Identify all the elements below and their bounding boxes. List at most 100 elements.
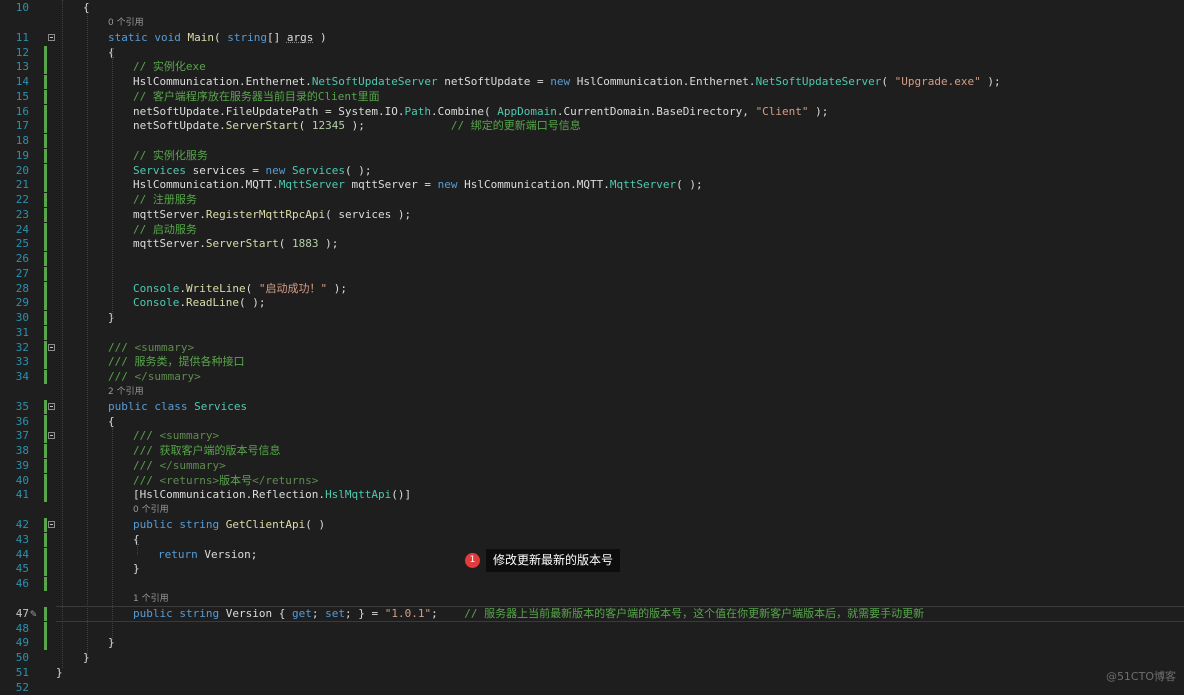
code-line[interactable]: 18 — [0, 134, 1184, 148]
code-text[interactable]: mqttServer.ServerStart( 1883 ); — [133, 237, 338, 251]
code-line[interactable]: 42 public string GetClientApi( ) — [0, 518, 1184, 532]
code-line[interactable]: 37 /// <summary> — [0, 429, 1184, 444]
line-number: 45 — [15, 562, 29, 576]
code-text[interactable]: // 实例化exe — [133, 60, 206, 74]
line-number: 47 — [15, 606, 29, 620]
code-text[interactable]: HslCommunication.Enthernet.NetSoftUpdate… — [133, 75, 1001, 89]
code-line[interactable]: 48 — [0, 621, 1184, 636]
code-line[interactable]: 24 // 启动服务 — [0, 222, 1184, 237]
code-line[interactable]: 26 — [0, 252, 1184, 266]
code-token: { — [108, 414, 115, 428]
code-text[interactable]: // 实例化服务 — [133, 149, 208, 163]
code-text[interactable]: Console.ReadLine( ); — [133, 296, 265, 310]
code-text[interactable]: { — [108, 415, 115, 429]
code-line[interactable]: 38 /// 获取客户端的版本号信息 — [0, 444, 1184, 458]
code-text[interactable]: { — [83, 1, 90, 15]
collapse-icon[interactable] — [48, 343, 55, 351]
code-editor[interactable]: 10{ 0 个引用 11 static void Main( string[] arg… — [0, 0, 1184, 694]
code-text[interactable]: /// <summary> — [133, 429, 219, 443]
code-token: // 客户端程序放在服务器当前目录的Client里面 — [133, 89, 380, 103]
code-line[interactable]: 40 /// <returns>版本号</returns> — [0, 473, 1184, 488]
code-text[interactable]: } — [133, 562, 140, 576]
code-token: .Combine( — [431, 104, 498, 118]
code-token: Version; — [197, 547, 258, 561]
code-text[interactable]: /// <returns>版本号</returns> — [133, 474, 318, 488]
code-token: /// — [133, 473, 160, 487]
code-line[interactable]: 32 /// <summary> — [0, 340, 1184, 355]
code-line[interactable]: 46 — [0, 577, 1184, 591]
code-line[interactable]: 12{ — [0, 45, 1184, 60]
code-line[interactable]: 16 netSoftUpdate.FileUpdatePath = System.… — [0, 104, 1184, 119]
code-token: <summary> — [134, 340, 195, 354]
code-text[interactable]: HslCommunication.MQTT.MqttServer mqttSer… — [133, 178, 703, 192]
code-text[interactable]: // 注册服务 — [133, 193, 197, 207]
codelens-reference-count[interactable]: 0 个引用 — [108, 18, 144, 29]
code-line[interactable]: 17 netSoftUpdate.ServerStart( 12345 ); //… — [0, 119, 1184, 134]
code-text[interactable]: // 客户端程序放在服务器当前目录的Client里面 — [133, 90, 380, 104]
collapse-icon[interactable] — [48, 33, 55, 41]
code-line[interactable]: 36 { — [0, 414, 1184, 429]
code-text[interactable]: public string Version { get; set; } = "1… — [133, 607, 924, 621]
code-line[interactable]: 19 // 实例化服务 — [0, 148, 1184, 163]
code-line[interactable]: 15 // 客户端程序放在服务器当前目录的Client里面 — [0, 89, 1184, 104]
code-line[interactable]: 47 ✎ public string Version { get; set; } =… — [0, 605, 1184, 622]
code-text[interactable]: netSoftUpdate.FileUpdatePath = System.IO… — [133, 105, 828, 119]
code-line[interactable]: 14 HslCommunication.Enthernet.NetSoftUpda… — [0, 75, 1184, 89]
code-text[interactable]: [HslCommunication.Reflection.HslMqttApi(… — [133, 488, 411, 502]
code-line[interactable]: 50} — [0, 651, 1184, 665]
code-line[interactable]: 22 // 注册服务 — [0, 193, 1184, 207]
code-line[interactable]: 49} — [0, 636, 1184, 651]
code-line[interactable]: 43{ — [0, 532, 1184, 547]
code-token: Main — [187, 30, 215, 44]
code-text[interactable]: static void Main( string[] args ) — [108, 31, 327, 45]
code-line[interactable]: 10 { — [0, 1, 1184, 15]
code-text[interactable]: mqttServer.RegisterMqttRpcApi( services … — [133, 208, 411, 222]
collapse-icon[interactable] — [48, 521, 55, 528]
codelens-reference-count[interactable]: 1 个引用 — [133, 594, 169, 605]
codelens-reference-count[interactable]: 2 个引用 — [108, 387, 144, 398]
codelens-reference-count[interactable]: 0 个引用 — [133, 505, 169, 516]
collapse-icon[interactable] — [48, 402, 55, 410]
code-line[interactable]: 35 public class Services — [0, 399, 1184, 414]
code-line[interactable]: 31 — [0, 325, 1184, 340]
code-text[interactable]: Console.WriteLine( "启动成功！" ); — [133, 282, 347, 296]
code-text[interactable]: return Version; — [158, 548, 257, 562]
code-token: Version { — [219, 606, 292, 620]
code-line[interactable]: 34 /// </summary> — [0, 370, 1184, 384]
code-text[interactable]: Services services = new Services( ); — [133, 164, 371, 178]
code-line[interactable]: 39 /// </summary> — [0, 458, 1184, 473]
code-line[interactable]: 20 Services services = new Services( ); — [0, 163, 1184, 178]
quick-action-icon[interactable]: ✎ — [30, 607, 37, 621]
code-token: ReadLine — [185, 296, 239, 310]
code-text[interactable]: /// 获取客户端的版本号信息 — [133, 444, 281, 458]
code-line[interactable]: 27 — [0, 266, 1184, 281]
line-number: 21 — [15, 178, 29, 192]
code-line[interactable]: 29 Console.ReadLine( ); — [0, 296, 1184, 311]
collapse-icon[interactable] — [48, 432, 55, 440]
code-line[interactable]: 28 Console.WriteLine( "启动成功！" ); — [0, 281, 1184, 296]
code-token: Services — [133, 163, 186, 177]
code-line[interactable]: 51} — [0, 666, 1184, 680]
code-line[interactable]: 23 mqttServer.RegisterMqttRpcApi( service… — [0, 207, 1184, 222]
code-line[interactable]: 33 /// 服务类，提供各种接口 — [0, 355, 1184, 370]
code-text[interactable]: /// </summary> — [133, 459, 226, 473]
code-line[interactable]: 41 [HslCommunication.Reflection.HslMqttAp… — [0, 488, 1184, 503]
change-marker — [44, 636, 47, 651]
code-text[interactable]: /// <summary> — [108, 341, 194, 355]
code-text[interactable]: /// </summary> — [108, 370, 201, 384]
code-text[interactable]: /// 服务类，提供各种接口 — [108, 355, 245, 369]
line-number: 24 — [15, 222, 29, 236]
code-text[interactable]: // 启动服务 — [133, 223, 197, 237]
code-line[interactable]: 30} — [0, 311, 1184, 325]
code-line[interactable]: 11 static void Main( string[] args ) — [0, 31, 1184, 45]
code-line[interactable]: 13 // 实例化exe — [0, 60, 1184, 75]
code-text[interactable]: public class Services — [108, 400, 247, 414]
code-text[interactable]: netSoftUpdate.ServerStart( 12345 ); // 绑… — [133, 119, 581, 133]
change-marker — [44, 237, 47, 252]
code-line[interactable]: 21 HslCommunication.MQTT.MqttServer mqttS… — [0, 178, 1184, 193]
code-token: NetSoftUpdateServer — [311, 75, 438, 88]
code-line[interactable]: 25 mqttServer.ServerStart( 1883 ); — [0, 237, 1184, 252]
code-text[interactable]: public string GetClientApi( ) — [133, 518, 325, 532]
code-token: void — [154, 30, 181, 44]
change-marker — [44, 296, 47, 311]
